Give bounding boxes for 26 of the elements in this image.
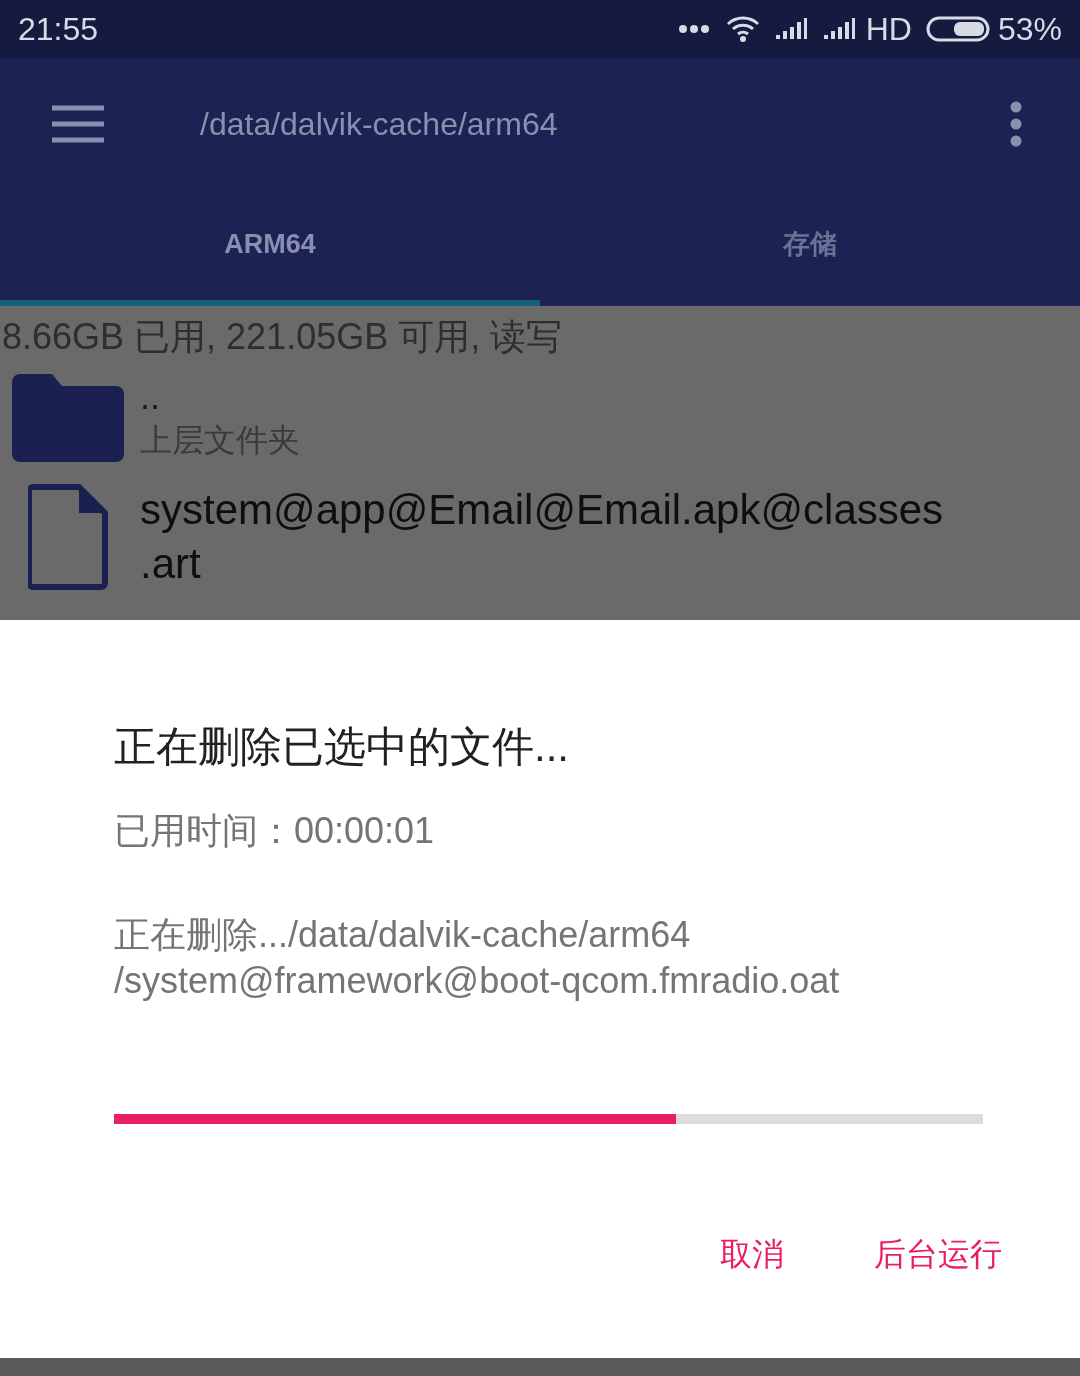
signal-icon — [773, 17, 808, 41]
clock: 21:55 — [18, 10, 99, 49]
storage-info: 8.66GB 已用, 221.05GB 可用, 读写 — [1, 315, 564, 359]
tab[interactable]: ARM64 — [0, 190, 540, 306]
path-title: /data/dalvik-cache/arm64 — [200, 105, 559, 144]
dialog-title: 正在删除已选中的文件... — [114, 722, 570, 772]
file-name: .. — [140, 375, 161, 419]
tab[interactable]: 存储 — [540, 190, 1080, 306]
file-name: system@app@Email@Email.apk@classes — [140, 485, 944, 535]
dialog-button[interactable]: 取消 — [690, 1218, 814, 1290]
folder-icon — [12, 374, 124, 462]
signal-icon — [821, 17, 856, 41]
elapsed-time: 已用时间：00:00:01 — [114, 809, 436, 853]
wifi-icon — [725, 15, 760, 43]
menu-icon[interactable] — [52, 105, 104, 143]
network-label: HD — [865, 10, 912, 49]
battery-percent: 53% — [997, 10, 1062, 49]
file-icon — [28, 484, 108, 590]
more-icon[interactable] — [1010, 101, 1022, 147]
file-list-item[interactable]: system@app@Email@Email.apk@classes .art — [0, 476, 1080, 598]
dialog-button[interactable]: 后台运行 — [844, 1218, 1032, 1290]
battery-icon — [925, 16, 990, 42]
delete-message: 正在删除.../data/dalvik-cache/arm64 — [114, 913, 692, 957]
delete-message: /system@framework@boot-qcom.fmradio.oat — [114, 959, 841, 1003]
file-name: .art — [140, 539, 202, 589]
more-icon — [677, 24, 710, 34]
